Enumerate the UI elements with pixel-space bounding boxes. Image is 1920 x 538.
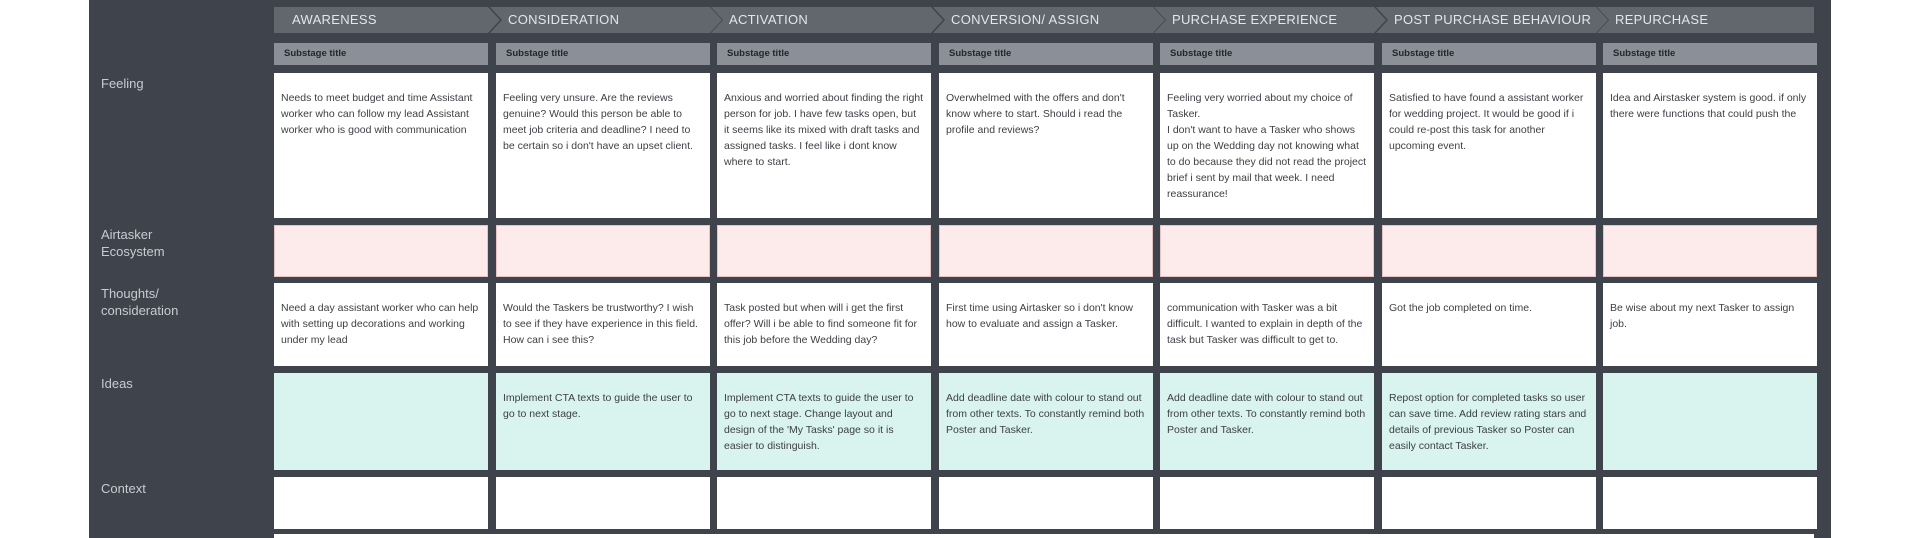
cell-thoughts-consideration: First time using Airtasker so i don't kn… [939, 283, 1153, 366]
substage-title: Substage title [1160, 43, 1374, 65]
cell-context [496, 477, 710, 529]
substage-title: Substage title [1382, 43, 1596, 65]
cell-airtasker-ecosystem [1382, 225, 1596, 277]
cell-ideas: Repost option for completed tasks so use… [1382, 373, 1596, 470]
cell-thoughts-consideration: Need a day assistant worker who can help… [274, 283, 488, 366]
cell-thoughts-consideration: Would the Taskers be trustworthy? I wish… [496, 283, 710, 366]
stage-purchase-experience: PURCHASE EXPERIENCE [1154, 7, 1386, 33]
cell-context [1603, 477, 1817, 529]
cell-feeling: Needs to meet budget and time Assistant … [274, 73, 488, 218]
row-label-feeling: Feeling [101, 76, 144, 91]
stage-header: AWARENESS CONSIDERATION ACTIVATION CONVERSI… [274, 7, 1814, 33]
cell-context [1160, 477, 1374, 529]
cell-thoughts-consideration: Task posted but when will i get the firs… [717, 283, 931, 366]
cell-airtasker-ecosystem [1603, 225, 1817, 277]
row-label-context: Context [101, 481, 146, 496]
stage-repurchase: REPURCHASE [1597, 7, 1814, 33]
substage-title: Substage title [1603, 43, 1817, 65]
cell-feeling: Overwhelmed with the offers and don't kn… [939, 73, 1153, 218]
cell-feeling: Feeling very unsure. Are the reviews gen… [496, 73, 710, 218]
bottom-strip [274, 534, 1814, 538]
row-label-airtasker-ecosystem: Airtasker Ecosystem [101, 227, 165, 259]
cell-thoughts-consideration: Be wise about my next Tasker to assign j… [1603, 283, 1817, 366]
substage-title: Substage title [717, 43, 931, 65]
stage-post-purchase-behaviour: POST PURCHASE BEHAVIOUR [1376, 7, 1608, 33]
cell-ideas: Implement CTA texts to guide the user to… [496, 373, 710, 470]
cell-context [717, 477, 931, 529]
substage-title: Substage title [274, 43, 488, 65]
stage-activation: ACTIVATION [711, 7, 943, 33]
cell-feeling: Idea and Airstasker system is good. if o… [1603, 73, 1817, 218]
cell-thoughts-consideration: Got the job completed on time. [1382, 283, 1596, 366]
cell-airtasker-ecosystem [717, 225, 931, 277]
cell-airtasker-ecosystem [496, 225, 710, 277]
cell-feeling: Satisfied to have found a assistant work… [1382, 73, 1596, 218]
cell-feeling: Feeling very worried about my choice of … [1160, 73, 1374, 218]
cell-context [939, 477, 1153, 529]
cell-ideas [274, 373, 488, 470]
cell-airtasker-ecosystem [1160, 225, 1374, 277]
cell-ideas [1603, 373, 1817, 470]
row-label-ideas: Ideas [101, 376, 133, 391]
cell-context [274, 477, 488, 529]
substage-title: Substage title [496, 43, 710, 65]
cell-ideas: Implement CTA texts to guide the user to… [717, 373, 931, 470]
row-label-thoughts-consideration: Thoughts/ consideration [101, 286, 179, 318]
stage-awareness: AWARENESS [274, 7, 500, 33]
cell-context [1382, 477, 1596, 529]
cell-ideas: Add deadline date with colour to stand o… [939, 373, 1153, 470]
cell-airtasker-ecosystem [274, 225, 488, 277]
stage-consideration: CONSIDERATION [490, 7, 722, 33]
cell-feeling: Anxious and worried about finding the ri… [717, 73, 931, 218]
cell-airtasker-ecosystem [939, 225, 1153, 277]
substage-title: Substage title [939, 43, 1153, 65]
cell-thoughts-consideration: communication with Tasker was a bit diff… [1160, 283, 1374, 366]
cell-ideas: Add deadline date with colour to stand o… [1160, 373, 1374, 470]
stage-conversion-assign: CONVERSION/ ASSIGN [933, 7, 1165, 33]
